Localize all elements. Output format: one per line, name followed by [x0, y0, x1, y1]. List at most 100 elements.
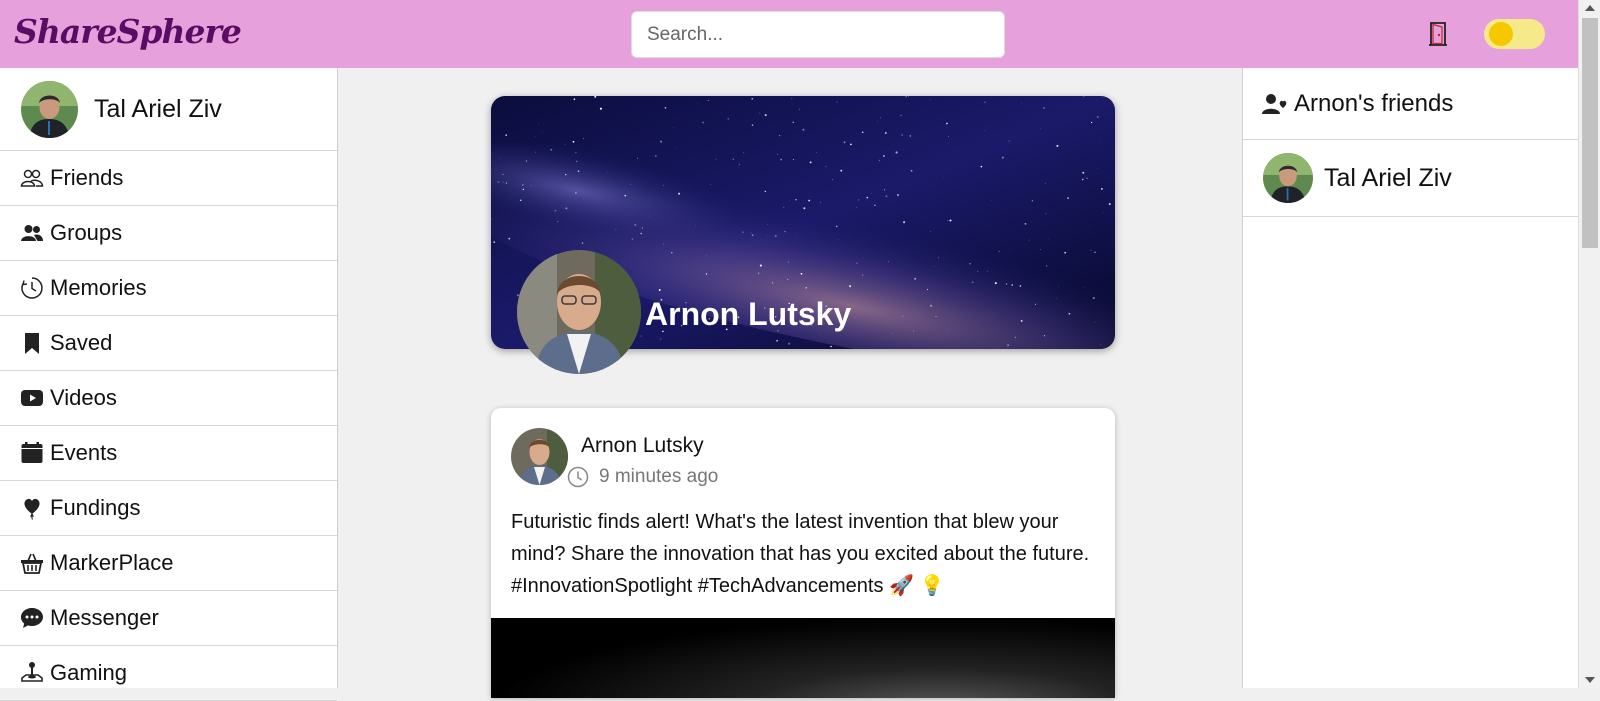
star [930, 305, 932, 307]
star [910, 135, 911, 136]
star [502, 174, 504, 176]
star [1091, 250, 1092, 251]
scroll-down-arrow-icon[interactable] [1585, 677, 1595, 683]
star [526, 160, 527, 161]
star [637, 158, 638, 159]
star [596, 105, 597, 106]
star [1098, 168, 1099, 169]
scroll-up-arrow-icon[interactable] [1585, 5, 1595, 11]
clock-history-icon [20, 276, 44, 300]
star [820, 202, 821, 203]
star [555, 210, 557, 212]
star [1082, 172, 1084, 174]
star [1083, 96, 1084, 97]
page-scrollbar[interactable] [1578, 0, 1600, 688]
sidebar-item-memories[interactable]: Memories [0, 261, 337, 316]
user-avatar [21, 81, 78, 138]
star [710, 184, 711, 185]
star [624, 195, 626, 197]
post-author-name[interactable]: Arnon Lutsky [581, 434, 704, 458]
star [981, 166, 983, 168]
star [999, 251, 1000, 252]
star [1040, 128, 1041, 129]
star [1021, 320, 1023, 322]
current-user[interactable]: Tal Ariel Ziv [0, 68, 337, 151]
star [862, 274, 863, 275]
app-logo[interactable]: ShareSphere [14, 12, 241, 51]
star [772, 282, 773, 283]
star [535, 152, 536, 153]
star [1058, 286, 1059, 287]
post-media[interactable] [491, 618, 1115, 698]
star [706, 273, 707, 274]
star [752, 124, 753, 125]
star [793, 122, 794, 123]
sidebar-item-events[interactable]: Events [0, 426, 337, 481]
scrollbar-thumb[interactable] [1582, 18, 1598, 248]
sidebar-item-videos[interactable]: Videos [0, 371, 337, 426]
star [615, 229, 616, 230]
theme-toggle[interactable] [1484, 19, 1545, 49]
star [1097, 116, 1099, 118]
star [1094, 252, 1095, 253]
friend-avatar [1263, 153, 1313, 203]
star [742, 232, 743, 233]
star [708, 100, 709, 101]
star [503, 182, 504, 183]
star [565, 207, 567, 209]
star [765, 114, 767, 116]
sidebar-item-label: Friends [50, 165, 123, 191]
star [728, 118, 729, 119]
sidebar-item-saved[interactable]: Saved [0, 316, 337, 371]
post-author-avatar[interactable] [511, 428, 568, 485]
star [1064, 252, 1066, 254]
profile-avatar[interactable] [517, 250, 641, 374]
star [1029, 240, 1030, 241]
star [1067, 197, 1069, 199]
star [808, 200, 810, 202]
sidebar-item-label: Fundings [50, 495, 141, 521]
star [743, 152, 744, 153]
star [1056, 298, 1057, 299]
star [908, 96, 909, 97]
star [508, 238, 510, 240]
star [575, 152, 576, 153]
star [788, 343, 790, 345]
star [862, 131, 864, 133]
door-exit-icon[interactable] [1426, 21, 1450, 47]
star [632, 238, 634, 240]
star [1025, 223, 1027, 225]
search-input[interactable] [631, 11, 1005, 58]
bookmark-icon [20, 331, 44, 355]
star [799, 109, 800, 110]
star [903, 316, 904, 317]
star [777, 154, 778, 155]
star [535, 137, 536, 138]
star [885, 195, 887, 197]
star [506, 182, 507, 183]
star [565, 144, 566, 145]
star [1056, 145, 1058, 147]
star [783, 207, 784, 208]
star [949, 219, 951, 221]
sidebar-item-label: Videos [50, 385, 117, 411]
sidebar-item-messenger[interactable]: Messenger [0, 591, 337, 646]
sidebar-item-label: Saved [50, 330, 112, 356]
star [1099, 141, 1100, 142]
star [640, 233, 642, 235]
star [856, 207, 857, 208]
star [1093, 297, 1095, 299]
star [844, 141, 846, 143]
sidebar-item-friends[interactable]: Friends [0, 151, 337, 206]
sidebar-item-fundings[interactable]: Fundings [0, 481, 337, 536]
sidebar-item-groups[interactable]: Groups [0, 206, 337, 261]
sidebar-item-gaming[interactable]: Gaming [0, 646, 337, 701]
star [642, 227, 643, 228]
sidebar-item-marketplace[interactable]: MarkerPlace [0, 536, 337, 591]
friend-item[interactable]: Tal Ariel Ziv [1243, 140, 1578, 217]
star [820, 334, 821, 335]
star [655, 155, 657, 157]
star [1100, 344, 1101, 345]
star [836, 226, 838, 228]
star [995, 282, 997, 284]
